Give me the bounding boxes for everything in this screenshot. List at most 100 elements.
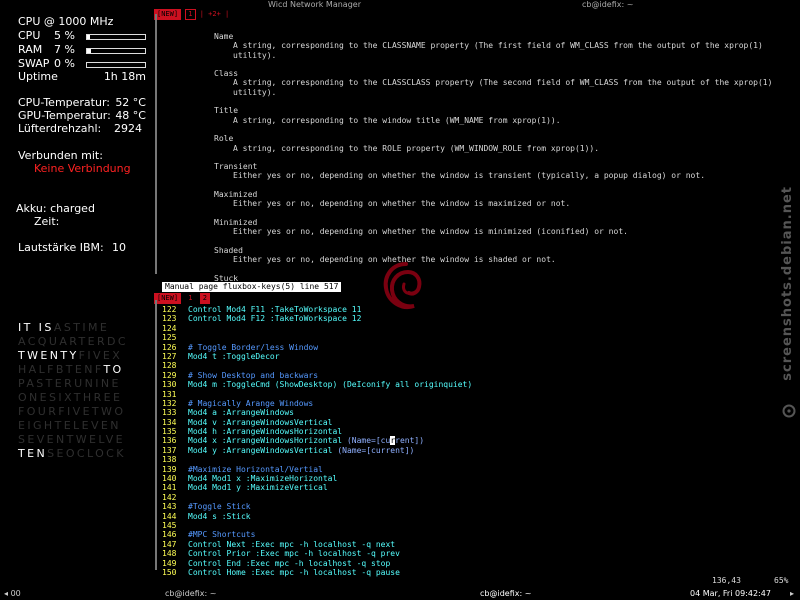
man-heading	[214, 237, 772, 246]
vim-line[interactable]: 139 #Maximize Horizontal/Vertial	[162, 465, 472, 474]
vim-line[interactable]: 144 Mod4 s :Stick	[162, 512, 472, 521]
man-page-content: Name A string, corresponding to the CLASS…	[214, 32, 772, 283]
battery-status: Akku: charged	[16, 202, 95, 215]
vim-line[interactable]: 127 Mod4 t :ToggleDecor	[162, 352, 472, 361]
ram-bar	[86, 48, 146, 54]
word-clock-dim-letters: SEOCLOCK	[47, 447, 126, 460]
vim-line[interactable]: 141 Mod4 Mod1 y :MaximizeVertical	[162, 483, 472, 492]
vim-line[interactable]: 131	[162, 390, 472, 399]
vim-line[interactable]: 129 # Show Desktop and backwars	[162, 371, 472, 380]
line-number: 138	[162, 455, 177, 465]
vim-line[interactable]: 133 Mod4 a :ArrangeWindows	[162, 408, 472, 417]
code-text: Control Mod4 F11 :TakeToWorkspace 11	[188, 305, 362, 314]
vim-line[interactable]: 135 Mod4 h :ArrangeWindowsHorizontal	[162, 427, 472, 436]
man-heading: Class	[214, 69, 239, 79]
man-heading: Role	[214, 134, 234, 144]
tab-rest: | +2+ |	[199, 10, 230, 18]
word-clock-dim-letters: FIVEX	[78, 349, 123, 362]
workspace-indicator[interactable]: ◂ 00	[4, 588, 21, 600]
tab-2-active[interactable]: 2	[199, 293, 210, 304]
vim-line[interactable]: 148 Control Prior :Exec mpc -h localhost …	[162, 549, 472, 558]
man-description: A string, corresponding to the CLASSCLAS…	[233, 78, 773, 88]
connected-label: Verbunden mit:	[18, 149, 103, 162]
vim-line[interactable]: 122 Control Mod4 F11 :TakeToWorkspace 11	[162, 305, 472, 314]
tab-new-2[interactable]: [NEW]	[154, 293, 182, 304]
tab-new[interactable]: [NEW]	[154, 9, 182, 20]
uptime-value: 1h 18m	[103, 70, 146, 83]
vim-line[interactable]: 146 #MPC Shortcuts	[162, 530, 472, 539]
vim-editor[interactable]: 122 Control Mod4 F11 :TakeToWorkspace 11 1…	[162, 305, 472, 577]
vim-line[interactable]: 145	[162, 521, 472, 530]
fan-value: 2924	[114, 122, 142, 135]
vim-line[interactable]: 150 Control Home :Exec mpc -h localhost -…	[162, 568, 472, 577]
man-description: Either yes or no, depending on whether t…	[233, 227, 628, 237]
man-heading: Shaded	[214, 245, 243, 255]
taskbar-clock: 04 Mar, Fri 09:42:47	[690, 589, 771, 598]
word-clock-dim-letters: ASTIME	[53, 321, 110, 334]
vim-line[interactable]: 132 # Magically Arange Windows	[162, 399, 472, 408]
task-button-1[interactable]: cb@idefix: ~	[165, 588, 216, 600]
gpu-temp-label: GPU-Temperatur:	[18, 109, 111, 122]
gpu-temp-value: 48 °C	[115, 109, 146, 122]
task-button-2-label: cb@idefix: ~	[480, 589, 532, 598]
vim-line[interactable]: 123 Control Mod4 F12 :TakeToWorkspace 12	[162, 314, 472, 323]
vim-line[interactable]: 124	[162, 324, 472, 333]
fan-row: Lüfterdrehzahl: 2924	[18, 122, 146, 136]
vim-line[interactable]: 140 Mod4 Mod1 x :MaximizeHorizontal	[162, 474, 472, 483]
man-heading: Transient	[214, 162, 258, 172]
line-number: 131	[162, 389, 177, 399]
line-number: 137	[162, 445, 177, 455]
man-description: Either yes or no, depending on whether t…	[233, 255, 556, 265]
man-description: utility).	[233, 50, 277, 60]
man-description: Either yes or no, depending on whether t…	[233, 171, 706, 181]
vim-line[interactable]: 126 # Toggle Border/less Window	[162, 343, 472, 352]
tab-1-2[interactable]: 1	[185, 294, 195, 302]
vim-line[interactable]: 130 Mod4 m :ToggleCmd (ShowDesktop) (DeIc…	[162, 380, 472, 389]
line-number: 146	[162, 530, 177, 540]
vim-line[interactable]: 147 Control Next :Exec mpc -h localhost -…	[162, 540, 472, 549]
code-text: Mod4 t :ToggleDecor	[188, 351, 280, 361]
line-number: 140	[162, 474, 177, 484]
line-number: 129	[162, 370, 177, 380]
right-arrow-icon[interactable]: ▸	[790, 588, 794, 600]
vim-cursor-position: 136,43	[712, 576, 741, 585]
title-bar: Wicd Network Manager cb@idefix: ~	[152, 0, 800, 9]
cpu-bar	[86, 34, 146, 40]
swap-usage-row: SWAP 0 %	[18, 57, 146, 71]
task-button-2[interactable]: cb@idefix: ~	[480, 588, 531, 600]
code-text: Mod4 s :Stick	[188, 511, 251, 521]
vim-line[interactable]: 143 #Toggle Stick	[162, 502, 472, 511]
word-clock-dim-letters: FOURFIVETWO	[18, 405, 126, 418]
word-clock-lit-word: TEN	[18, 447, 48, 460]
man-heading	[214, 181, 772, 190]
vim-line[interactable]: 138	[162, 455, 472, 464]
line-number: 130	[162, 380, 177, 390]
vim-scroll-percent: 65%	[774, 576, 789, 585]
code-text: (Name=[current])	[337, 445, 415, 455]
terminal-window[interactable]: Wicd Network Manager cb@idefix: ~ [NEW] …	[152, 0, 800, 588]
vim-line[interactable]: 142	[162, 493, 472, 502]
word-clock-line: PASTERUNINE	[18, 377, 128, 391]
man-heading: Minimized	[214, 217, 258, 227]
vim-line[interactable]: 137 Mod4 y :ArrangeWindowsVertical (Name=…	[162, 446, 472, 455]
vim-line[interactable]: 125	[162, 333, 472, 342]
code-text: Control Prior :Exec mpc -h localhost -q …	[188, 549, 400, 559]
man-heading	[214, 97, 772, 106]
swap-value: 0 %	[54, 57, 75, 70]
line-number: 128	[162, 361, 177, 371]
volume-label: Lautstärke IBM:	[18, 241, 104, 254]
top-screen-tabs: [NEW] 1 | +2+ |	[154, 9, 230, 20]
vim-line[interactable]: 134 Mod4 v :ArrangeWindowsVertical	[162, 418, 472, 427]
vim-line[interactable]: 136 Mod4 x :ArrangeWindowsHorizontal (Nam…	[162, 436, 472, 446]
volume-value: 10	[112, 241, 126, 254]
vim-line[interactable]: 128	[162, 361, 472, 370]
bottom-pane-scrollbar[interactable]	[155, 300, 157, 570]
word-clock-dim-letters: EIGHTELEVEN	[18, 419, 121, 432]
fan-label: Lüfterdrehzahl:	[18, 122, 102, 135]
left-arrow-icon: ◂	[4, 589, 9, 598]
word-clock-line: EIGHTELEVEN	[18, 419, 128, 433]
top-pane-scrollbar[interactable]	[155, 14, 157, 274]
tab-1[interactable]: 1	[185, 9, 196, 20]
vim-line[interactable]: 149 Control End :Exec mpc -h localhost -q…	[162, 559, 472, 568]
man-status-line: Manual page fluxbox-keys(5) line 517	[162, 282, 342, 292]
